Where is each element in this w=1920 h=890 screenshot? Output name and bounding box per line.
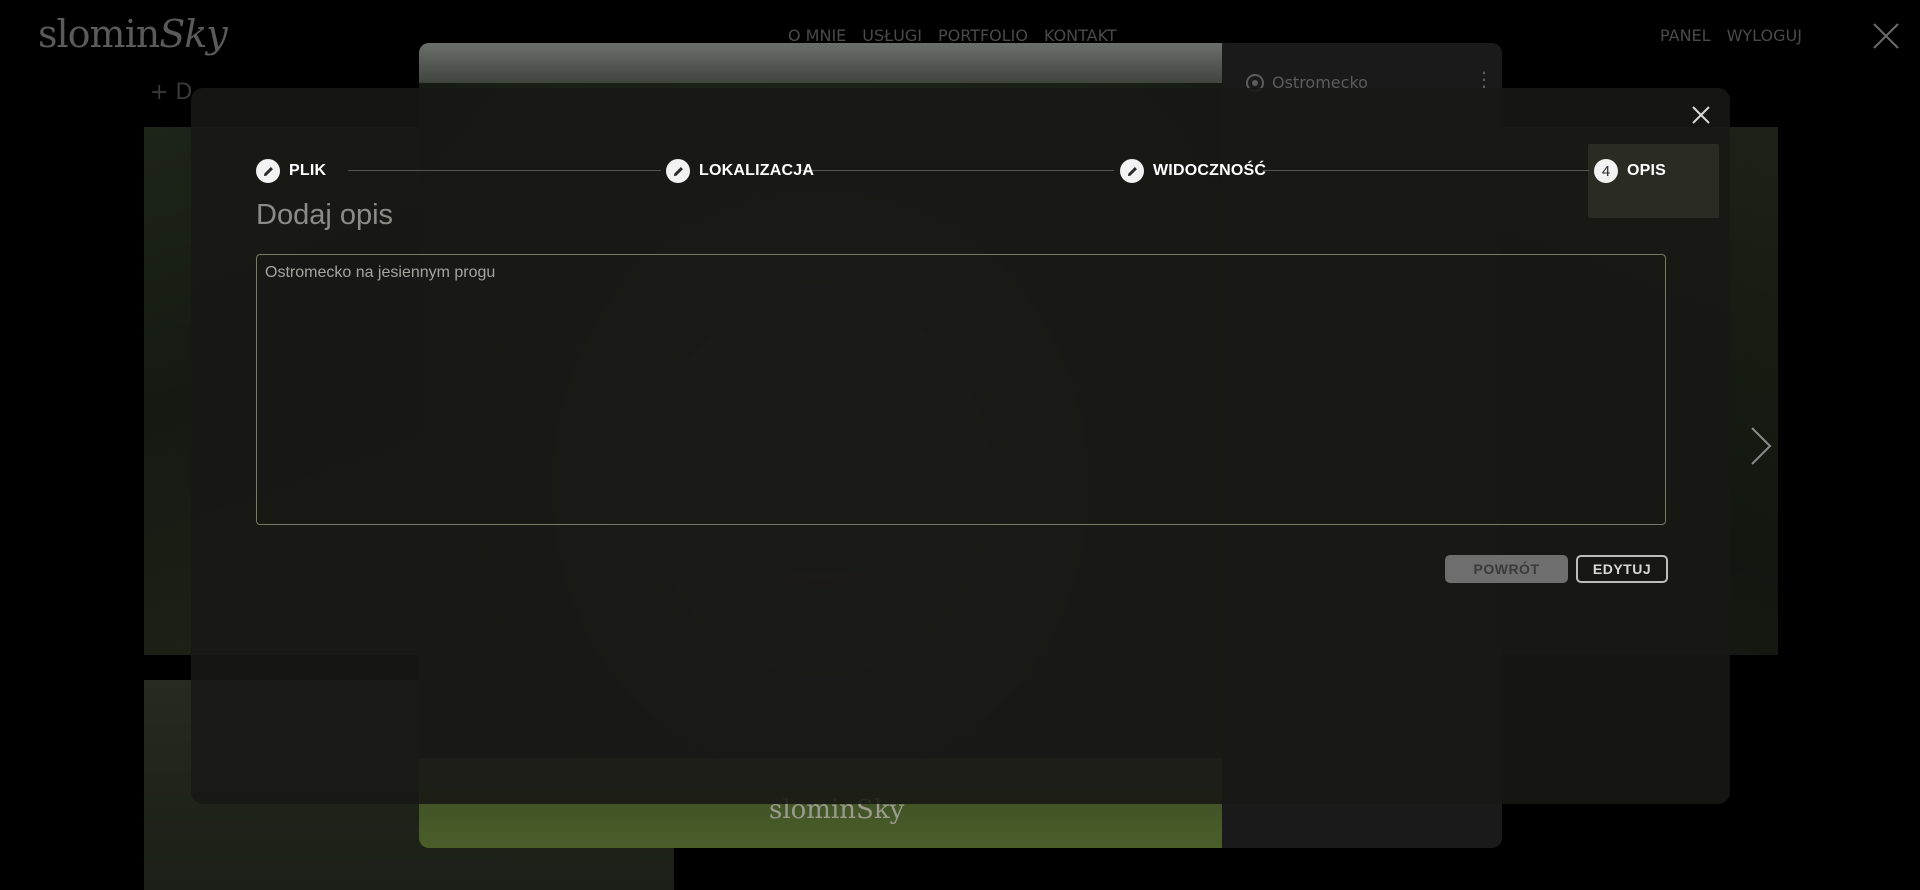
- logo-script: Sky: [159, 12, 228, 56]
- pencil-icon: [666, 159, 690, 183]
- modal-close-icon[interactable]: [1690, 104, 1712, 126]
- step-connector: [1263, 170, 1589, 171]
- step-description[interactable]: 4 OPIS: [1594, 159, 1666, 183]
- step-label: OPIS: [1627, 162, 1667, 179]
- logo-text: slomin: [38, 12, 160, 56]
- photo-sky: [419, 43, 1222, 83]
- step-connector: [801, 170, 1114, 171]
- site-logo[interactable]: slominSky: [38, 12, 228, 56]
- pencil-icon: [256, 159, 280, 183]
- step-connector: [348, 170, 661, 171]
- back-button[interactable]: POWRÓT: [1445, 555, 1568, 583]
- step-file[interactable]: PLIK: [256, 159, 326, 183]
- nav-item-panel[interactable]: PANEL: [1660, 26, 1711, 45]
- nav-item-logout[interactable]: WYLOGUJ: [1727, 26, 1802, 45]
- step-label: WIDOCZNOŚĆ: [1153, 162, 1267, 179]
- add-photo-link[interactable]: + D: [150, 80, 192, 105]
- edit-button[interactable]: EDYTUJ: [1576, 555, 1668, 583]
- modal-title: Dodaj opis: [256, 199, 394, 231]
- description-textarea[interactable]: Ostromecko na jesiennym progu: [256, 254, 1666, 525]
- step-label: LOKALIZACJA: [699, 162, 815, 179]
- add-description-modal: PLIK LOKALIZACJA WIDOCZNOŚĆ 4 OPIS Dodaj…: [191, 88, 1730, 804]
- step-number: 4: [1594, 159, 1618, 183]
- stepper: PLIK LOKALIZACJA WIDOCZNOŚĆ 4 OPIS: [256, 144, 1719, 218]
- step-label: PLIK: [289, 162, 327, 179]
- chevron-right-icon[interactable]: [1748, 426, 1774, 466]
- auth-nav: PANEL WYLOGUJ: [1660, 26, 1802, 45]
- pencil-icon: [1120, 159, 1144, 183]
- close-icon[interactable]: [1870, 20, 1902, 52]
- step-visibility[interactable]: WIDOCZNOŚĆ: [1120, 159, 1266, 183]
- step-location[interactable]: LOKALIZACJA: [666, 159, 814, 183]
